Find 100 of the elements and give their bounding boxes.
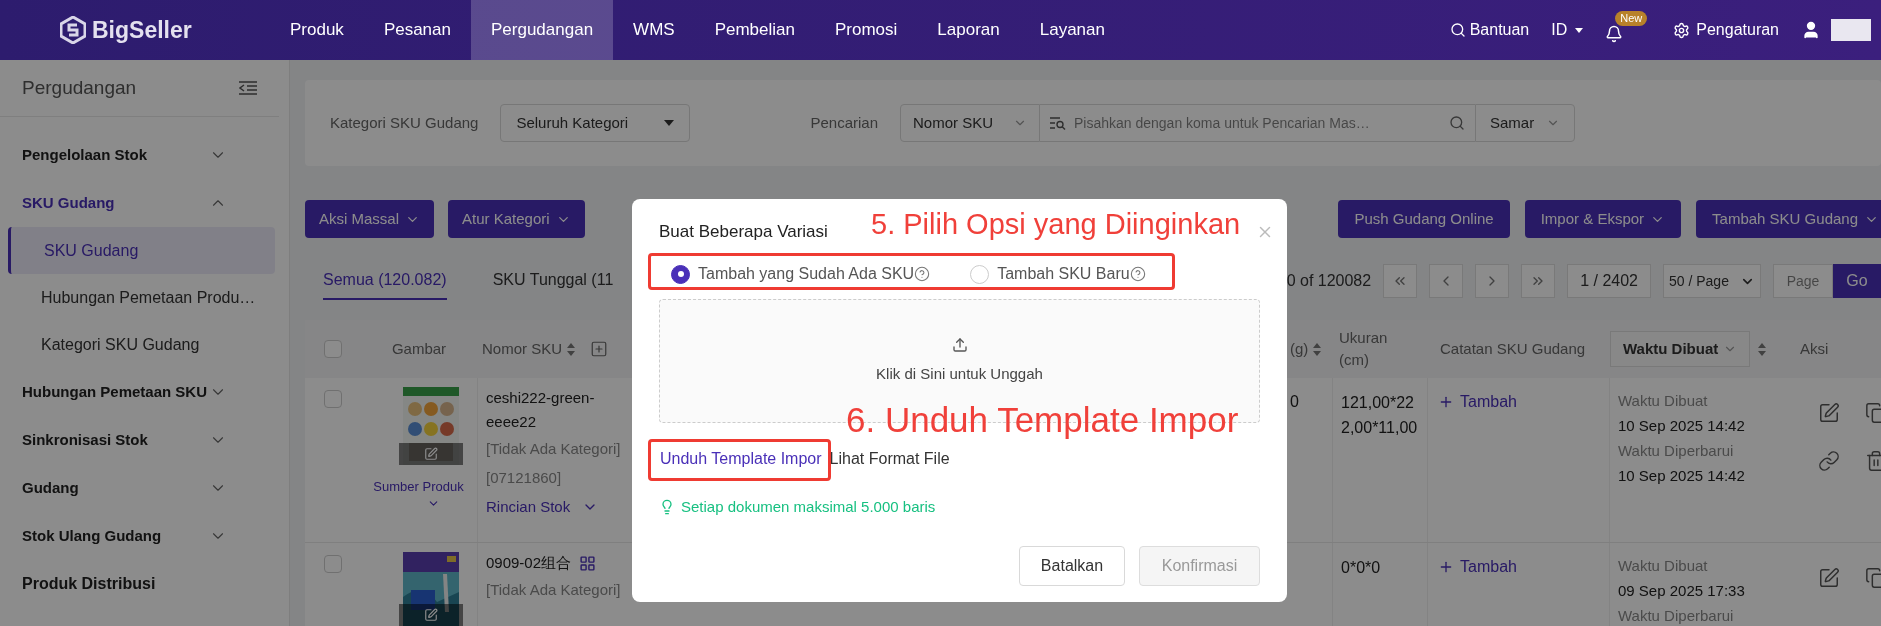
settings-link[interactable]: Pengaturan	[1673, 18, 1779, 42]
edit-icon	[424, 608, 438, 622]
sidebar-group[interactable]: Gudang	[0, 464, 289, 512]
plus-icon	[1438, 559, 1454, 575]
language-select[interactable]: ID	[1551, 18, 1584, 42]
sort-icon[interactable]	[1758, 342, 1766, 356]
annotation-text: 5. Pilih Opsi yang Diinginkan	[871, 207, 1241, 241]
column-header: Gambar	[391, 338, 447, 359]
delete-icon[interactable]	[1865, 450, 1881, 472]
sku-text: ceshi222-green-eeee22	[486, 388, 596, 432]
sidebar-title: Pergudangan	[22, 75, 137, 100]
nav-tab[interactable]: Promosi	[814, 0, 918, 60]
sidebar-group[interactable]: SKU Gudang	[0, 179, 289, 227]
help-icon[interactable]	[914, 266, 931, 282]
time-value: 10 Sep 2025 14:42	[1618, 416, 1746, 436]
search-icon[interactable]	[1449, 115, 1465, 131]
help-link[interactable]: Bantuan	[1449, 18, 1530, 42]
time-label: Waktu Diperbarui	[1618, 441, 1735, 461]
collapse-menu-icon[interactable]	[239, 81, 257, 95]
nav-tab[interactable]: Laporan	[917, 0, 1020, 60]
copy-icon[interactable]	[1865, 567, 1881, 589]
search-field-select[interactable]: Nomor SKU	[900, 104, 1040, 142]
page-jump-input[interactable]: Page	[1773, 264, 1833, 298]
lightbulb-icon	[659, 499, 675, 516]
search-input[interactable]: Pisahkan dengan koma untuk Pencarian Mas…	[1074, 112, 1441, 134]
toolbar-button[interactable]: Atur Kategori	[448, 200, 585, 238]
go-button[interactable]: Go	[1833, 264, 1881, 298]
nav-tab[interactable]: Pembelian	[694, 0, 815, 60]
edit-icon[interactable]	[1818, 402, 1840, 424]
toolbar-button[interactable]: Push Gudang Online	[1338, 200, 1510, 238]
match-mode-select[interactable]: Samar	[1475, 104, 1575, 142]
time-value: 10 Sep 2025 14:42	[1618, 466, 1746, 486]
radio-option[interactable]: Tambah yang Sudah Ada SKU	[671, 262, 931, 286]
time-label: Waktu Diperbarui	[1618, 606, 1735, 626]
column-header: (g)	[1290, 338, 1309, 359]
time-column-select[interactable]: Waktu Dibuat	[1610, 331, 1750, 367]
checkbox[interactable]	[323, 390, 342, 408]
sidebar-group[interactable]: Pengelolaan Stok	[0, 131, 289, 179]
search-icon	[1449, 22, 1466, 38]
filter-label: Pencarian	[810, 112, 878, 133]
checkbox[interactable]	[323, 555, 342, 573]
sidebar-group[interactable]: Sinkronisasi Stok	[0, 416, 289, 464]
sidebar-group[interactable]: Stok Ulang Gudang	[0, 512, 289, 560]
file-format-link[interactable]: Lihat Format File	[829, 447, 950, 471]
size-text: 0*0*0	[1341, 558, 1382, 578]
redacted-name-bar	[1831, 19, 1871, 41]
cancel-button[interactable]: Batalkan	[1019, 546, 1125, 586]
nav-tab[interactable]: Layanan	[1019, 0, 1125, 60]
sort-icon[interactable]	[567, 342, 576, 356]
download-template-link[interactable]: Unduh Template Impor	[659, 447, 822, 471]
add-column-icon[interactable]	[590, 340, 609, 358]
edit-icon[interactable]	[1818, 567, 1840, 589]
combo-icon	[579, 554, 597, 572]
filter-tab[interactable]: SKU Tunggal (11	[492, 262, 614, 300]
sidebar-link[interactable]: Produk Distribusi	[0, 560, 289, 608]
notification-icon[interactable]	[1605, 25, 1624, 43]
page-size-select[interactable]: 50 / Page	[1663, 264, 1761, 298]
size-text: 121,00*222,00*11,00	[1341, 393, 1419, 438]
category-text: [Tidak Ada Kategori]	[486, 439, 622, 459]
upload-icon	[951, 336, 968, 353]
column-header: Aksi	[1800, 339, 1829, 357]
plus-icon	[1438, 394, 1454, 410]
sidebar-item[interactable]: Hubungan Pemetaan Produ…	[8, 274, 275, 321]
nav-tab[interactable]: WMS	[613, 0, 695, 60]
add-note-link[interactable]: Tambah	[1438, 390, 1517, 414]
toolbar-button[interactable]: Impor & Ekspor	[1524, 200, 1682, 238]
sidebar-item[interactable]: SKU Gudang	[8, 227, 275, 274]
category-select[interactable]: Seluruh Kategori	[500, 104, 691, 142]
nav-tab[interactable]: Pergudangan	[471, 0, 614, 60]
copy-icon[interactable]	[1865, 402, 1881, 424]
stock-detail-link[interactable]: Rincian Stok	[486, 495, 632, 519]
nav-tab[interactable]: Pesanan	[363, 0, 471, 60]
search-list-icon	[1050, 116, 1066, 130]
modal-title: Buat Beberapa Variasi	[659, 221, 828, 244]
radio-button[interactable]	[671, 264, 690, 284]
link-icon[interactable]	[1818, 450, 1840, 472]
help-icon[interactable]	[1129, 266, 1146, 282]
category-text: [Tidak Ada Kategori]	[486, 580, 622, 600]
toolbar-button[interactable]: Aksi Massal	[305, 200, 435, 238]
settings-icon	[1673, 21, 1691, 39]
time-label: Waktu Dibuat	[1618, 556, 1709, 576]
nav-tab[interactable]: Produk	[270, 0, 364, 60]
code-text: [07121860]	[486, 468, 563, 488]
filter-tab[interactable]: Semua (120.082)	[323, 262, 447, 300]
column-header: Ukuran (cm)	[1339, 327, 1389, 370]
column-header: Nomor SKU	[482, 338, 563, 359]
sidebar-item[interactable]: Kategori SKU Gudang	[8, 321, 275, 368]
caret-icon	[1575, 27, 1584, 33]
logo-icon	[60, 16, 86, 44]
checkbox[interactable]	[323, 340, 342, 358]
sidebar-group[interactable]: Hubungan Pemetaan SKU	[0, 368, 289, 416]
page-indicator: 1 / 2402	[1567, 264, 1651, 298]
sort-icon[interactable]	[1313, 342, 1322, 356]
user-icon[interactable]	[1801, 20, 1821, 40]
source-link[interactable]: Sumber Produk	[373, 477, 464, 497]
toolbar-button[interactable]: Tambah SKU Gudang	[1696, 200, 1881, 238]
time-value: 09 Sep 2025 17:33	[1618, 581, 1746, 601]
time-label: Waktu Dibuat	[1618, 391, 1709, 411]
radio-option[interactable]: Tambah SKU Baru	[970, 262, 1146, 286]
add-note-link[interactable]: Tambah	[1438, 555, 1517, 579]
